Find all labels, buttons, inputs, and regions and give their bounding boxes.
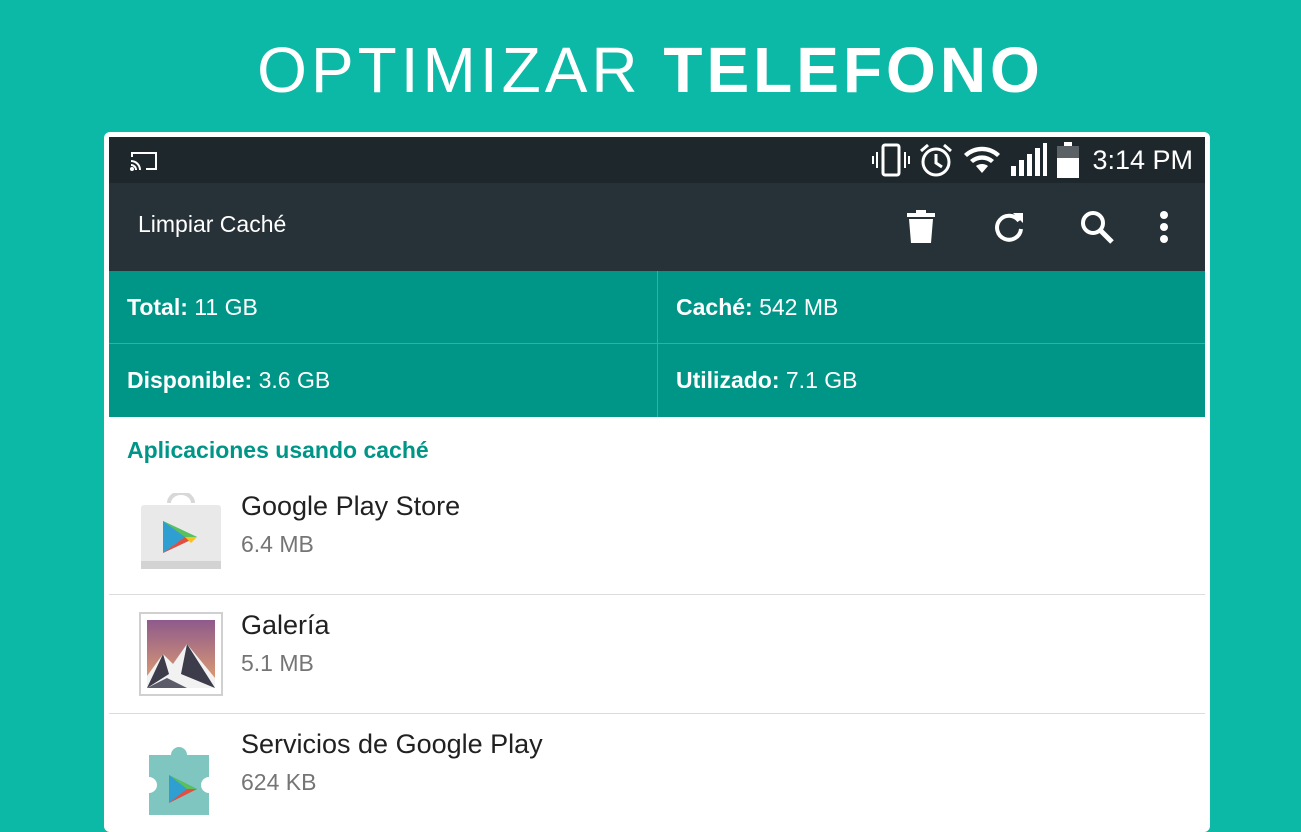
gallery-icon	[139, 612, 223, 696]
app-screen: 3:14 PM Limpiar Caché Total: 11 GB Caché…	[109, 137, 1205, 832]
search-button[interactable]	[1077, 207, 1117, 247]
signal-icon	[1011, 143, 1048, 176]
stat-cache: Caché: 542 MB	[658, 271, 1205, 343]
delete-icon	[907, 210, 935, 243]
alarm-icon	[920, 143, 953, 177]
promo-title-bold: TELEFONO	[663, 34, 1044, 106]
stat-used-value: 7.1 GB	[785, 367, 858, 393]
list-divider	[109, 713, 1205, 714]
search-icon	[1081, 211, 1114, 244]
app-name: Galería	[241, 610, 330, 640]
stat-total-label: Total:	[127, 294, 188, 320]
play-store-icon	[141, 493, 221, 569]
promo-title-light: OPTIMIZAR	[257, 34, 642, 106]
stat-available-label: Disponible:	[127, 367, 253, 393]
stat-total: Total: 11 GB	[109, 271, 657, 343]
delete-button[interactable]	[901, 207, 941, 247]
storage-stats: Total: 11 GB Caché: 542 MB Disponible: 3…	[109, 271, 1205, 417]
stat-cache-label: Caché:	[676, 294, 753, 320]
app-name: Servicios de Google Play	[241, 729, 543, 759]
stat-available: Disponible: 3.6 GB	[109, 344, 657, 416]
phone-frame: 3:14 PM Limpiar Caché Total: 11 GB Caché…	[104, 132, 1210, 832]
toolbar-title: Limpiar Caché	[138, 211, 287, 237]
stat-used-label: Utilizado:	[676, 367, 780, 393]
app-name: Google Play Store	[241, 491, 461, 521]
list-item[interactable]: Galería 5.1 MB	[109, 596, 1205, 714]
list-item[interactable]: Servicios de Google Play 624 KB	[109, 715, 1205, 832]
stat-cache-value: 542 MB	[759, 294, 839, 320]
stat-used: Utilizado: 7.1 GB	[658, 344, 1205, 416]
stat-total-value: 11 GB	[194, 294, 258, 320]
toolbar: Limpiar Caché	[109, 183, 1205, 271]
promo-title: OPTIMIZAR TELEFONO	[0, 34, 1301, 106]
more-options-button[interactable]	[1144, 207, 1184, 247]
app-size: 5.1 MB	[241, 650, 314, 676]
refresh-button[interactable]	[989, 207, 1029, 247]
list-item[interactable]: Google Play Store 6.4 MB	[109, 477, 1205, 595]
status-clock: 3:14 PM	[1092, 144, 1193, 175]
app-size: 6.4 MB	[241, 531, 314, 557]
play-services-icon	[149, 747, 209, 815]
refresh-icon	[995, 213, 1023, 242]
battery-icon	[1057, 142, 1080, 178]
app-size: 624 KB	[241, 769, 317, 795]
vibrate-icon	[872, 143, 911, 177]
status-icons: 3:14 PM	[872, 137, 1193, 183]
list-divider	[109, 594, 1205, 595]
more-vert-icon	[1160, 211, 1168, 243]
cast-icon	[130, 152, 157, 171]
section-header: Aplicaciones usando caché	[127, 437, 429, 463]
wifi-icon	[964, 146, 1001, 173]
stat-available-value: 3.6 GB	[258, 367, 331, 393]
status-bar: 3:14 PM	[109, 137, 1205, 183]
